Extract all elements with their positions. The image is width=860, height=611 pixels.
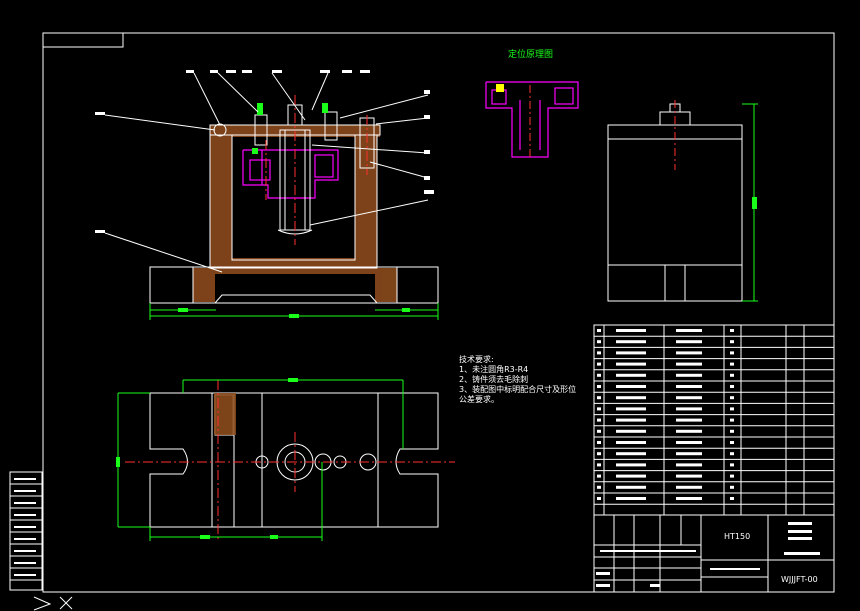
parts-row-glyphs — [616, 441, 646, 444]
parts-list-rows — [594, 329, 834, 505]
parts-row-glyphs — [616, 418, 646, 422]
parts-row-glyphs — [616, 474, 646, 478]
parts-row-glyphs — [616, 463, 646, 467]
parts-row-glyphs — [616, 373, 646, 377]
parts-row-glyphs — [730, 474, 734, 478]
parts-row-glyphs — [730, 452, 734, 456]
parts-row-glyphs — [730, 362, 734, 366]
parts-row-glyphs — [676, 351, 702, 355]
tech-req-line-3: 3、装配图中标明配合尺寸及形位 — [459, 385, 577, 394]
parts-row-glyphs — [676, 463, 702, 467]
parts-row-glyphs — [676, 385, 702, 388]
parts-row-glyphs — [597, 463, 601, 467]
drawing-frame — [9, 32, 835, 593]
parts-row-glyphs — [676, 441, 702, 444]
parts-row-glyphs — [676, 497, 702, 500]
top-view — [149, 392, 439, 528]
parts-row-glyphs — [597, 441, 601, 444]
parts-row-glyphs — [597, 497, 601, 500]
parts-row-glyphs — [676, 485, 702, 489]
parts-row-glyphs — [676, 362, 702, 366]
parts-row-glyphs — [676, 452, 702, 456]
parts-row-glyphs — [597, 396, 601, 400]
parts-row-glyphs — [616, 340, 646, 344]
parts-row-glyphs — [730, 429, 734, 433]
parts-row-glyphs — [597, 485, 601, 489]
front-view-section — [95, 70, 439, 320]
parts-row-glyphs — [616, 429, 646, 433]
parts-row-glyphs — [597, 429, 601, 433]
parts-row-glyphs — [616, 351, 646, 355]
parts-row-glyphs — [730, 373, 734, 377]
parts-row-glyphs — [616, 329, 646, 332]
parts-row-glyphs — [730, 407, 734, 411]
parts-row-glyphs — [730, 385, 734, 388]
material-label: HT150 — [724, 532, 751, 541]
parts-row-glyphs — [616, 396, 646, 400]
parts-row-glyphs — [676, 474, 702, 478]
cad-drawing-canvas — [9, 32, 835, 611]
parts-row-glyphs — [676, 396, 702, 400]
parts-row-glyphs — [730, 329, 734, 332]
locating-diagram-title: 定位原理图 — [508, 50, 554, 60]
parts-row-glyphs — [616, 362, 646, 366]
parts-row-glyphs — [616, 385, 646, 388]
parts-row-glyphs — [616, 452, 646, 456]
parts-row-glyphs — [597, 385, 601, 388]
technical-requirements: 技术要求: 1、未注圆角R3-R4 2、铸件须去毛除刺 3、装配图中标明配合尺寸… — [459, 355, 576, 405]
parts-row-glyphs — [730, 485, 734, 489]
parts-row-glyphs — [676, 373, 702, 377]
ucs-icon — [33, 596, 73, 611]
parts-row-glyphs — [730, 441, 734, 444]
parts-row-glyphs — [616, 485, 646, 489]
parts-row-glyphs — [730, 463, 734, 467]
parts-row-glyphs — [597, 373, 601, 377]
parts-row-glyphs — [676, 407, 702, 411]
parts-row-glyphs — [676, 340, 702, 344]
parts-row-glyphs — [597, 407, 601, 411]
parts-row-glyphs — [616, 497, 646, 500]
tech-req-line-2: 2、铸件须去毛除刺 — [459, 375, 529, 384]
parts-row-glyphs — [676, 418, 702, 422]
parts-row-glyphs — [676, 329, 702, 332]
locating-principle-diagram — [485, 81, 579, 158]
parts-row-glyphs — [597, 329, 601, 332]
side-strip-text-marks — [14, 478, 36, 576]
drawing-number: WJJJFT-00 — [781, 575, 818, 584]
parts-row-glyphs — [730, 497, 734, 500]
parts-row-glyphs — [616, 407, 646, 411]
parts-row-glyphs — [730, 418, 734, 422]
parts-row-glyphs — [597, 340, 601, 344]
parts-row-glyphs — [597, 418, 601, 422]
tech-req-line-4: 公差要求。 — [459, 395, 499, 404]
parts-row-glyphs — [730, 351, 734, 355]
parts-row-glyphs — [597, 351, 601, 355]
parts-row-glyphs — [730, 396, 734, 400]
parts-row-glyphs — [597, 474, 601, 478]
tech-req-heading: 技术要求: — [459, 355, 494, 364]
parts-row-glyphs — [730, 340, 734, 344]
parts-row-glyphs — [676, 429, 702, 433]
parts-row-glyphs — [597, 362, 601, 366]
tech-req-line-1: 1、未注圆角R3-R4 — [459, 365, 529, 374]
parts-row-glyphs — [597, 452, 601, 456]
